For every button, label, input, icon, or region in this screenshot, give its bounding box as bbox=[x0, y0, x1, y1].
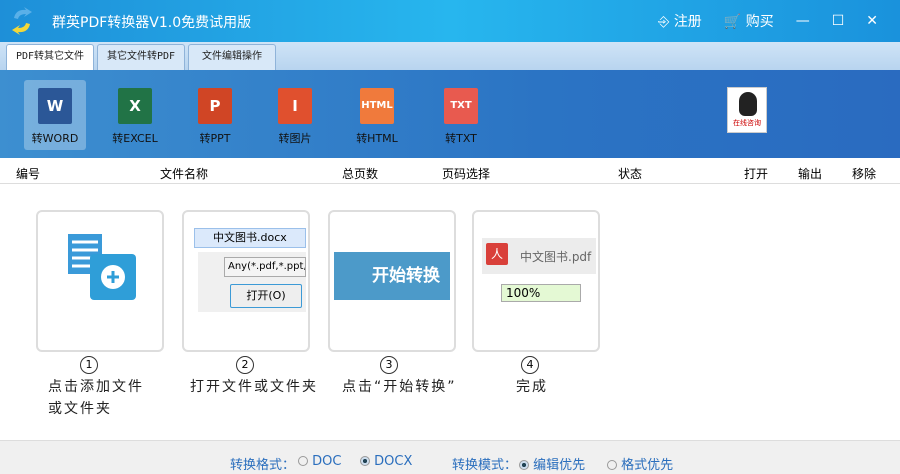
step4-card: 人 中文图书.pdf 100% bbox=[472, 210, 600, 352]
tool-icon: P bbox=[198, 88, 232, 124]
tool-icon: X bbox=[118, 88, 152, 124]
mode-label: 转换模式： bbox=[452, 458, 518, 473]
tool-label: 转HTML bbox=[356, 132, 398, 145]
buy-button[interactable]: 🛒 购买 bbox=[724, 11, 774, 31]
radio-docx-label: DOCX bbox=[374, 454, 413, 469]
file-table-header: 编号 文件名称 总页数 页码选择 状态 打开 输出 移除 bbox=[0, 158, 900, 184]
register-button[interactable]: ⎆ 注册 bbox=[658, 11, 702, 31]
radio-edit-first[interactable]: 编辑优先 bbox=[519, 454, 585, 473]
tool-label: 转图片 bbox=[278, 132, 312, 145]
col-status: 状态 bbox=[618, 167, 643, 181]
file-type-select: Any(*.pdf,*.ppt,* bbox=[224, 257, 306, 277]
footer-options: 转换格式： DOC DOCX 转换模式： 编辑优先 格式优先 bbox=[0, 440, 900, 474]
radio-edit-icon bbox=[519, 460, 529, 470]
minimize-button[interactable]: — bbox=[796, 13, 810, 29]
radio-doc[interactable]: DOC bbox=[298, 454, 341, 469]
app-logo-icon bbox=[12, 7, 32, 35]
step1-text: 点击添加文件 或文件夹 bbox=[48, 376, 144, 420]
sample-start-button: 开始转换 bbox=[334, 252, 450, 300]
radio-edit-label: 编辑优先 bbox=[533, 458, 586, 473]
col-pages: 总页数 bbox=[342, 167, 379, 181]
step-number-3: 3 bbox=[380, 356, 398, 374]
col-open: 打开 bbox=[744, 167, 769, 181]
app-title: 群英PDF转换器V1.0免费试用版 bbox=[52, 15, 252, 31]
tool-icon: HTML bbox=[360, 88, 394, 124]
tool-icon: W bbox=[38, 88, 72, 124]
tool-button-1[interactable]: X 转EXCEL bbox=[104, 80, 166, 150]
tool-button-0[interactable]: W 转WORD bbox=[24, 80, 86, 150]
tool-icon: TXT bbox=[444, 88, 478, 124]
step-number-2: 2 bbox=[236, 356, 254, 374]
close-button[interactable]: ✕ bbox=[866, 13, 878, 29]
radio-doc-icon bbox=[298, 456, 308, 466]
step-number-1: 1 bbox=[80, 356, 98, 374]
col-filename: 文件名称 bbox=[160, 167, 209, 181]
radio-format-label: 格式优先 bbox=[621, 458, 674, 473]
col-output: 输出 bbox=[798, 167, 823, 181]
tool-label: 转EXCEL bbox=[112, 132, 158, 145]
tool-label: 转TXT bbox=[445, 132, 477, 145]
tool-button-4[interactable]: HTML 转HTML bbox=[346, 80, 408, 150]
sample-pdf-file: 中文图书.pdf bbox=[520, 250, 592, 264]
qq-consult-button[interactable]: 在线咨询 bbox=[727, 87, 767, 133]
tab-other-to-pdf[interactable]: 其它文件转PDF bbox=[97, 44, 185, 70]
step1-line1: 点击添加文件 bbox=[48, 379, 144, 395]
radio-docx[interactable]: DOCX bbox=[360, 454, 412, 469]
tool-label: 转WORD bbox=[31, 132, 79, 145]
step3-text: 点击“开始转换” bbox=[342, 379, 457, 395]
format-label: 转换格式： bbox=[230, 458, 296, 473]
step2-text: 打开文件或文件夹 bbox=[190, 379, 318, 395]
step1-card[interactable] bbox=[36, 210, 164, 352]
col-page-select: 页码选择 bbox=[442, 167, 491, 181]
radio-format-icon bbox=[607, 460, 617, 470]
tab-file-edit[interactable]: 文件编辑操作 bbox=[188, 44, 276, 70]
pdf-icon: 人 bbox=[486, 243, 508, 265]
sample-open-button: 打开(O) bbox=[230, 284, 302, 308]
step3-card: 开始转换 bbox=[328, 210, 456, 352]
radio-format-first[interactable]: 格式优先 bbox=[607, 454, 673, 473]
col-number: 编号 bbox=[16, 167, 41, 181]
maximize-button[interactable]: ☐ bbox=[832, 13, 845, 29]
title-bar: 群英PDF转换器V1.0免费试用版 ⎆ 注册 🛒 购买 — ☐ ✕ bbox=[0, 0, 900, 42]
tool-label: 转PPT bbox=[199, 132, 231, 145]
col-remove: 移除 bbox=[852, 167, 877, 181]
step4-text: 完成 bbox=[516, 379, 548, 395]
add-file-icon bbox=[68, 234, 136, 300]
sample-file-item: 中文图书.docx bbox=[194, 228, 306, 248]
register-label: 注册 bbox=[673, 14, 702, 30]
qq-label: 在线咨询 bbox=[733, 119, 761, 127]
tool-button-2[interactable]: P 转PPT bbox=[184, 80, 246, 150]
step-number-4: 4 bbox=[521, 356, 539, 374]
progress-bar: 100% bbox=[501, 284, 581, 302]
radio-doc-label: DOC bbox=[312, 454, 342, 469]
step1-line2: 或文件夹 bbox=[48, 401, 112, 417]
tool-icon: I bbox=[278, 88, 312, 124]
step2-card: 中文图书.docx Any(*.pdf,*.ppt,* 打开(O) bbox=[182, 210, 310, 352]
tool-button-3[interactable]: I 转图片 bbox=[264, 80, 326, 150]
tab-bar: PDF转其它文件 其它文件转PDF 文件编辑操作 bbox=[0, 42, 900, 70]
buy-label: 购买 bbox=[745, 14, 774, 30]
tab-pdf-to-other[interactable]: PDF转其它文件 bbox=[6, 44, 94, 70]
tool-button-5[interactable]: TXT 转TXT bbox=[430, 80, 492, 150]
radio-docx-icon bbox=[360, 456, 370, 466]
